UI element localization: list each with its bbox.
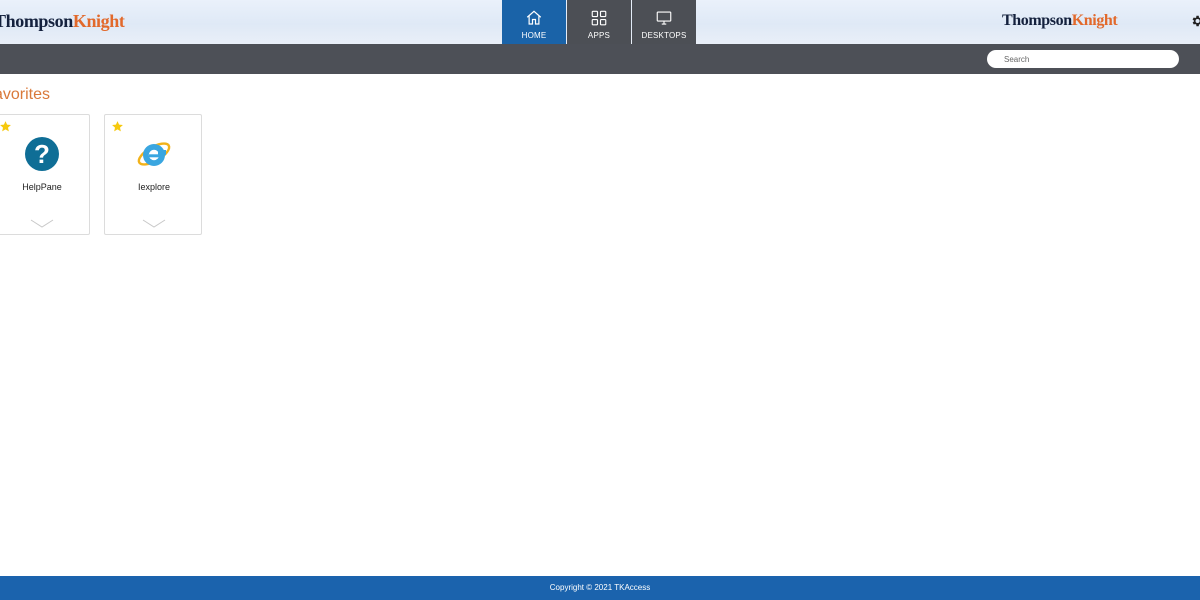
app-name-helppane: HelpPane [22, 182, 62, 192]
tab-desktops-label: DESKTOPS [641, 31, 687, 40]
thompson-knight-logo: ThompsonKnight [0, 11, 125, 32]
logo-right-text-thompson: Thompson [1002, 12, 1072, 29]
home-icon [526, 10, 542, 25]
top-header: ThompsonKnight HOME APPS DESKTOPS Thomps… [0, 0, 1200, 44]
tab-apps-label: APPS [587, 31, 611, 40]
thompson-knight-logo-right: ThompsonKnight [1002, 12, 1118, 30]
internet-explorer-icon [137, 142, 171, 166]
tab-home-label: HOME [521, 31, 547, 40]
gear-icon[interactable] [1190, 14, 1200, 28]
svg-text:?: ? [34, 139, 50, 169]
main-nav: HOME APPS DESKTOPS [502, 0, 697, 44]
monitor-icon [656, 11, 672, 25]
app-card-helppane[interactable]: ? HelpPane [0, 114, 90, 235]
logo-text-knight: Knight [72, 11, 125, 31]
tab-apps[interactable]: APPS [567, 0, 631, 44]
chevron-down-icon[interactable] [30, 219, 54, 228]
help-question-icon: ? [25, 137, 59, 171]
search-input[interactable] [987, 50, 1179, 68]
favorites-title: avorites [0, 86, 51, 103]
tab-home[interactable]: HOME [502, 0, 566, 44]
tab-desktops[interactable]: DESKTOPS [632, 0, 696, 44]
app-card-iexplore[interactable]: Iexplore [104, 114, 202, 235]
favorite-star-icon[interactable] [0, 120, 12, 133]
favorite-star-icon[interactable] [111, 120, 124, 133]
logo-text-thompson: Thompson [0, 11, 73, 31]
apps-grid-icon [591, 10, 607, 26]
logo-right-text-knight: Knight [1071, 12, 1118, 29]
chevron-down-icon[interactable] [142, 219, 166, 228]
copyright-text: Copyright © 2021 TKAccess [549, 583, 651, 592]
app-name-iexplore: Iexplore [137, 182, 171, 192]
footer: Copyright © 2021 TKAccess [0, 576, 1200, 600]
